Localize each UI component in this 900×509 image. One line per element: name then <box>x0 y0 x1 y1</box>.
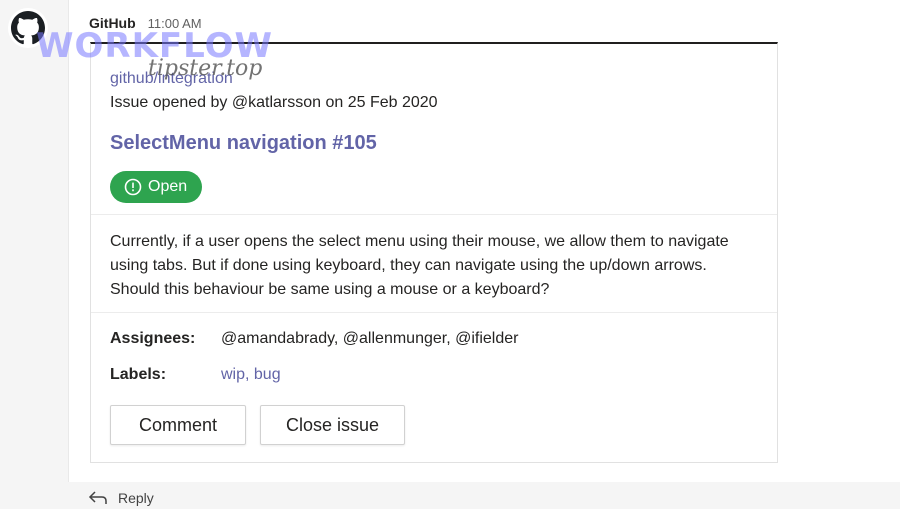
github-icon <box>11 11 45 45</box>
close-issue-button[interactable]: Close issue <box>260 405 405 445</box>
divider <box>91 214 777 215</box>
divider <box>91 312 777 313</box>
sender-name[interactable]: GitHub <box>89 15 136 31</box>
labels-label: Labels: <box>110 366 167 383</box>
labels-value[interactable]: wip, bug <box>221 366 281 384</box>
reply-label: Reply <box>118 490 154 506</box>
status-badge: Open <box>110 171 203 203</box>
issue-open-icon <box>124 178 142 196</box>
issue-card: github/integration Issue opened by @katl… <box>90 42 778 463</box>
issue-description: Currently, if a user opens the select me… <box>110 233 729 298</box>
reply-arrow-icon <box>88 491 107 504</box>
issue-title-link[interactable]: SelectMenu navigation #105 <box>110 132 377 155</box>
message-timestamp: 11:00 AM <box>147 16 202 31</box>
assignees-value: @amandabrady, @allenmunger, @ifielder <box>221 330 519 347</box>
issue-opened-info: Issue opened by @katlarsson on 25 Feb 20… <box>110 94 438 111</box>
status-label: Open <box>148 178 188 195</box>
reply-button[interactable]: Reply <box>88 490 154 506</box>
message-meta: GitHub 11:00 AM <box>89 15 202 31</box>
github-avatar[interactable] <box>8 8 48 48</box>
assignees-label: Assignees: <box>110 330 196 347</box>
repo-link[interactable]: github/integration <box>110 70 233 88</box>
comment-button[interactable]: Comment <box>110 405 246 445</box>
message-container: GitHub 11:00 AM github/integration Issue… <box>68 0 900 482</box>
